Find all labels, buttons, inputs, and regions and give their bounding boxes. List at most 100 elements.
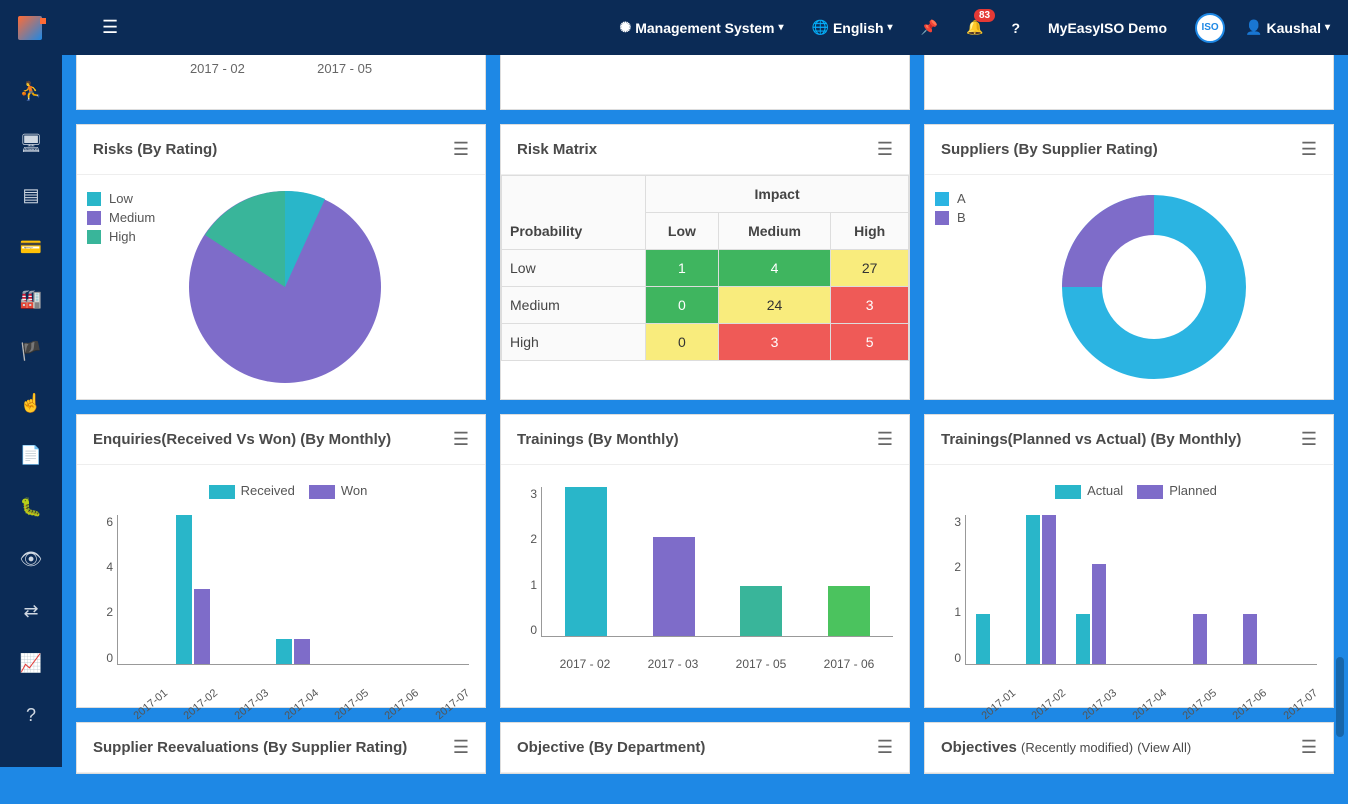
nav-language-label: English <box>833 20 884 36</box>
matrix-row: Low <box>502 250 646 287</box>
bar-chart: 32102017 - 022017 - 032017 - 052017 - 06 <box>511 477 899 667</box>
panel-menu-icon[interactable]: ☰ <box>453 429 469 450</box>
sidebar-item[interactable]: ⛹ <box>0 65 62 117</box>
panel-menu-icon[interactable]: ☰ <box>1301 737 1317 758</box>
legend-item: A <box>957 191 966 206</box>
panel-objective-dept: Objective (By Department) ☰ <box>500 722 910 774</box>
sidebar-item[interactable]: 👁 <box>0 533 62 585</box>
legend: Low Medium High <box>87 187 155 387</box>
matrix-cell: 0 <box>646 287 719 324</box>
matrix-col: Low <box>646 213 719 250</box>
user-icon: 👤 <box>1245 19 1262 36</box>
sidebar-item[interactable]: ▤ <box>0 169 62 221</box>
panel-peek <box>924 55 1334 110</box>
legend-item: Planned <box>1169 483 1217 498</box>
panel-menu-icon[interactable]: ☰ <box>1301 429 1317 450</box>
panel-title: Objectives (Recently modified) (View All… <box>941 739 1191 756</box>
matrix-impact-header: Impact <box>646 176 909 213</box>
matrix-cell: 27 <box>831 250 909 287</box>
panel-peek <box>500 55 910 110</box>
left-sidebar: ⛹ 🖥 ▤ 💳 🏭 🏴 ☝ 📄 🐛 👁 ⇄ 📈 ? <box>0 55 62 767</box>
sidebar-item[interactable]: 🐛 <box>0 481 62 533</box>
matrix-cell: 3 <box>718 324 831 361</box>
caret-down-icon: ▾ <box>1325 22 1330 33</box>
matrix-cell: 24 <box>718 287 831 324</box>
gear-icon: ✺ <box>619 19 631 36</box>
notification-badge: 83 <box>974 9 995 22</box>
bar-chart: 64202017-012017-022017-032017-042017-052… <box>87 505 475 695</box>
legend-item: Won <box>341 483 368 498</box>
matrix-cell: 4 <box>718 250 831 287</box>
avatar[interactable]: ISO <box>1195 13 1225 43</box>
nav-user[interactable]: 👤 Kaushal ▾ <box>1245 19 1330 36</box>
panel-menu-icon[interactable]: ☰ <box>453 139 469 160</box>
help-icon: ? <box>1011 20 1020 36</box>
donut-chart <box>1044 187 1264 387</box>
sidebar-item[interactable]: ⇄ <box>0 585 62 637</box>
legend-item: Received <box>241 483 295 498</box>
panel-risks: Risks (By Rating) ☰ Low Medium High <box>76 124 486 400</box>
peek-label: 2017 - 02 <box>190 61 245 76</box>
panel-menu-icon[interactable]: ☰ <box>453 737 469 758</box>
nav-help[interactable]: ? <box>1011 20 1020 36</box>
panel-title: Objective (By Department) <box>517 739 705 756</box>
app-logo[interactable] <box>18 16 42 40</box>
legend: A B <box>935 187 966 387</box>
panel-menu-icon[interactable]: ☰ <box>877 429 893 450</box>
caret-down-icon: ▾ <box>888 22 893 33</box>
legend: Actual Planned <box>935 477 1323 505</box>
panel-title: Trainings (By Monthly) <box>517 431 679 448</box>
legend-item: B <box>957 210 966 225</box>
matrix-prob-header: Probability <box>502 176 646 250</box>
sidebar-item[interactable]: ☝ <box>0 377 62 429</box>
legend-item: Actual <box>1087 483 1123 498</box>
nav-brand: MyEasyISO Demo <box>1048 20 1167 36</box>
panel-trainings: Trainings (By Monthly) ☰ 32102017 - 0220… <box>500 414 910 708</box>
matrix-col: Medium <box>718 213 831 250</box>
sidebar-item[interactable]: 🖥 <box>0 117 62 169</box>
pin-icon: 📌 <box>921 19 938 36</box>
sidebar-item[interactable]: 🏴 <box>0 325 62 377</box>
matrix-row: High <box>502 324 646 361</box>
scrollbar[interactable] <box>1336 657 1344 737</box>
panel-title: Trainings(Planned vs Actual) (By Monthly… <box>941 431 1241 448</box>
panel-menu-icon[interactable]: ☰ <box>877 737 893 758</box>
matrix-cell: 0 <box>646 324 719 361</box>
peek-label: 2017 - 05 <box>317 61 372 76</box>
top-navbar: ☰ ✺ Management System ▾ 🌐 English ▾ 📌 🔔 … <box>0 0 1348 55</box>
sidebar-item[interactable]: 📈 <box>0 637 62 689</box>
nav-management-label: Management System <box>635 20 774 36</box>
panel-title: Enquiries(Received Vs Won) (By Monthly) <box>93 431 391 448</box>
panel-title: Risks (By Rating) <box>93 141 217 158</box>
nav-language[interactable]: 🌐 English ▾ <box>812 19 893 36</box>
brand-label: MyEasyISO Demo <box>1048 20 1167 36</box>
risk-matrix-table: ProbabilityImpact LowMediumHigh Low1427 … <box>501 175 909 361</box>
sidebar-item[interactable]: 💳 <box>0 221 62 273</box>
panel-trainings-pa: Trainings(Planned vs Actual) (By Monthly… <box>924 414 1334 708</box>
bar-chart: 32102017-012017-022017-032017-042017-052… <box>935 505 1323 695</box>
panel-menu-icon[interactable]: ☰ <box>877 139 893 160</box>
nav-management-system[interactable]: ✺ Management System ▾ <box>619 19 783 36</box>
panel-title: Supplier Reevaluations (By Supplier Rati… <box>93 739 407 756</box>
panel-objectives-recent: Objectives (Recently modified) (View All… <box>924 722 1334 774</box>
menu-toggle-icon[interactable]: ☰ <box>102 17 118 38</box>
panel-risk-matrix: Risk Matrix ☰ ProbabilityImpact LowMediu… <box>500 124 910 400</box>
sidebar-item[interactable]: 📄 <box>0 429 62 481</box>
sidebar-item[interactable]: 🏭 <box>0 273 62 325</box>
nav-pin[interactable]: 📌 <box>921 19 938 36</box>
pie-chart <box>175 187 395 387</box>
legend-item: High <box>109 229 136 244</box>
panel-enquiries: Enquiries(Received Vs Won) (By Monthly) … <box>76 414 486 708</box>
legend-item: Low <box>109 191 133 206</box>
legend-item: Medium <box>109 210 155 225</box>
panel-suppliers: Suppliers (By Supplier Rating) ☰ A B <box>924 124 1334 400</box>
globe-icon: 🌐 <box>812 19 829 36</box>
panel-menu-icon[interactable]: ☰ <box>1301 139 1317 160</box>
matrix-cell: 3 <box>831 287 909 324</box>
dashboard-grid: 2017 - 02 2017 - 05 Risks (By Rating) ☰ … <box>62 55 1348 804</box>
nav-notifications[interactable]: 🔔 83 <box>966 19 983 36</box>
panel-title: Suppliers (By Supplier Rating) <box>941 141 1158 158</box>
legend: Received Won <box>87 477 475 505</box>
matrix-cell: 5 <box>831 324 909 361</box>
sidebar-item[interactable]: ? <box>0 689 62 741</box>
